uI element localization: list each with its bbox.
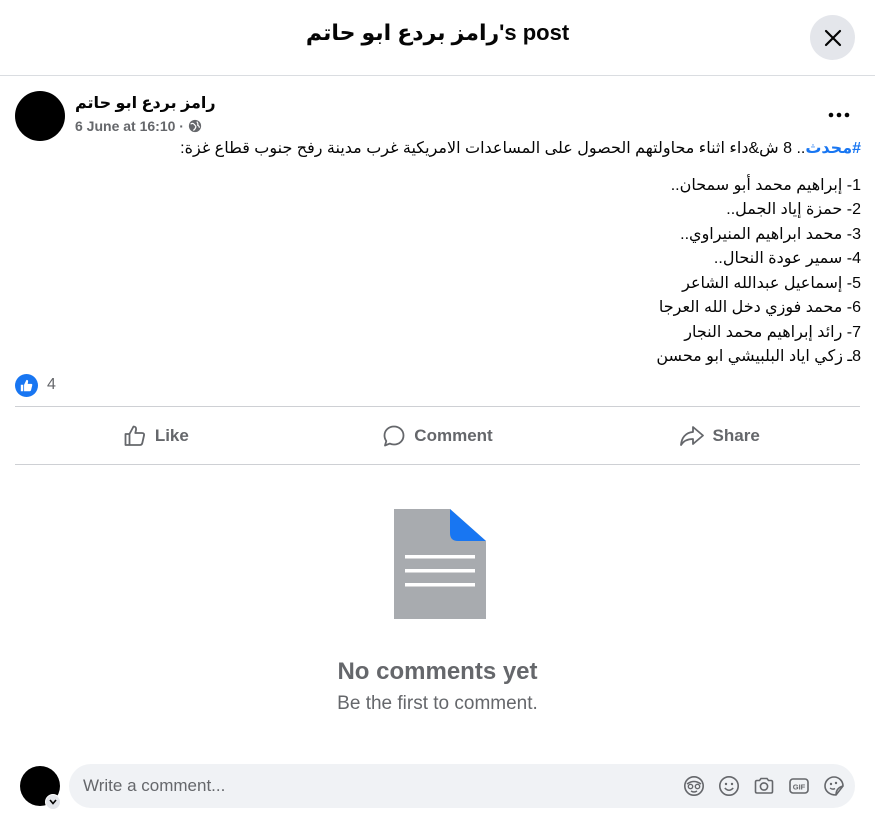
post-body: #محدث.. 8 ش&داء اثناء محاولتهم الحصول عل… bbox=[15, 137, 861, 370]
divider bbox=[15, 464, 860, 465]
like-button[interactable]: Like bbox=[15, 408, 297, 464]
post-meta: 6 June at 16:10 · bbox=[75, 118, 202, 134]
camera-icon[interactable] bbox=[752, 774, 775, 797]
comment-button[interactable]: Comment bbox=[297, 408, 579, 464]
comment-label: Comment bbox=[414, 426, 493, 445]
hashtag-link[interactable]: #محدث bbox=[805, 140, 861, 157]
composer-tools: GIF bbox=[682, 774, 845, 797]
post-actions: Like Comment Share bbox=[15, 408, 860, 464]
post-line: 4- سمير عودة النحال.. bbox=[713, 250, 861, 267]
emoji-icon[interactable] bbox=[717, 774, 740, 797]
reaction-summary[interactable]: 4 bbox=[15, 373, 56, 397]
divider bbox=[15, 406, 860, 407]
intro-text: .. 8 ش&داء اثناء محاولتهم الحصول على الم… bbox=[180, 140, 806, 157]
like-icon bbox=[124, 425, 145, 446]
post-line: 6- محمد فوزي دخل الله العرجا bbox=[658, 299, 861, 316]
chevron-down-icon[interactable] bbox=[45, 794, 61, 810]
dialog-title: رامز بردع ابو حاتم's post bbox=[305, 20, 570, 45]
author-avatar[interactable] bbox=[15, 91, 65, 141]
like-label: Like bbox=[154, 426, 189, 445]
sticker-icon[interactable] bbox=[822, 774, 845, 797]
globe-icon bbox=[188, 119, 202, 133]
author-name[interactable]: رامز بردع ابو حاتم bbox=[75, 93, 216, 113]
comment-icon bbox=[383, 425, 405, 447]
avatar-sticker-icon[interactable] bbox=[682, 774, 705, 797]
more-icon bbox=[828, 112, 850, 118]
svg-text:GIF: GIF bbox=[792, 782, 805, 791]
document-icon bbox=[394, 509, 486, 619]
share-label: Share bbox=[712, 426, 760, 445]
share-button[interactable]: Share bbox=[578, 408, 860, 464]
post-line: 5- إسماعيل عبدالله الشاعر bbox=[682, 274, 861, 292]
post-line: 8ـ زكي اياد البلبيشي ابو محسن bbox=[656, 348, 861, 365]
post-line: 7- رائد إبراهيم محمد النجار bbox=[684, 323, 861, 341]
reaction-count: 4 bbox=[47, 376, 56, 393]
dialog-header: رامز بردع ابو حاتم's post bbox=[0, 0, 875, 76]
gif-icon[interactable]: GIF bbox=[787, 774, 810, 797]
empty-state-subtitle: Be the first to comment. bbox=[337, 693, 538, 714]
post-line: 1- إبراهيم محمد أبو سمحان.. bbox=[670, 176, 861, 194]
post-line: 2- حمزة إياد الجمل.. bbox=[726, 201, 861, 218]
comment-composer: GIF bbox=[0, 748, 875, 832]
more-options-button[interactable] bbox=[827, 103, 851, 127]
post-line: 3- محمد ابراهيم المنيراوي.. bbox=[680, 225, 861, 243]
close-button[interactable] bbox=[810, 15, 855, 60]
comment-input[interactable] bbox=[83, 764, 663, 808]
close-icon bbox=[824, 29, 841, 46]
like-reaction-icon bbox=[15, 373, 38, 397]
share-icon bbox=[679, 426, 704, 446]
comment-box: GIF bbox=[69, 764, 855, 808]
post-header: رامز بردع ابو حاتم 6 June at 16:10 · bbox=[15, 91, 860, 141]
post-timestamp[interactable]: 6 June at 16:10 · bbox=[75, 118, 184, 134]
empty-state-title: No comments yet bbox=[337, 658, 538, 685]
post-intro: #محدث.. 8 ش&داء اثناء محاولتهم الحصول عل… bbox=[15, 137, 861, 162]
